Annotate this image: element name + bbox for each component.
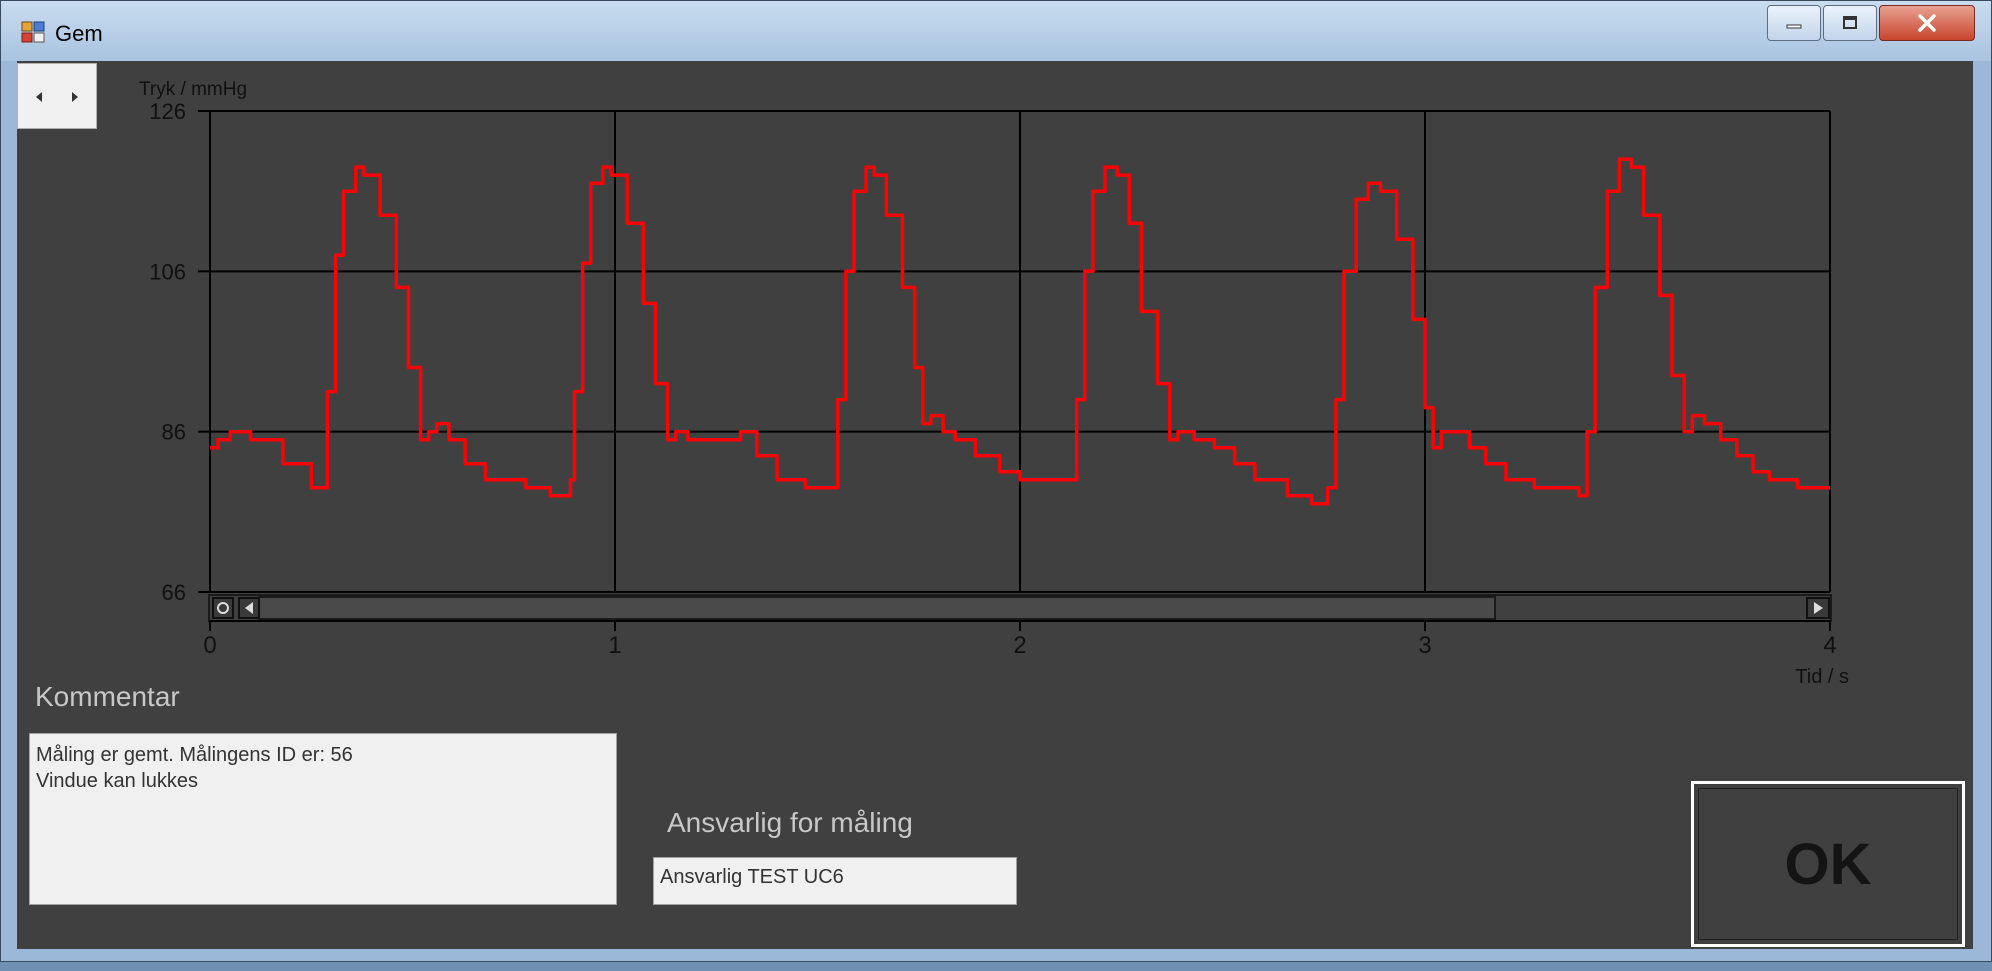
x-tick-label: 0 [203, 632, 216, 659]
y-tick-label: 66 [162, 580, 186, 605]
scrollbar-zoom-reset-button[interactable] [212, 597, 234, 619]
y-axis-label: Tryk / mmHg [139, 79, 247, 100]
ok-button-label: OK [1784, 831, 1872, 897]
ok-button[interactable]: OK [1691, 781, 1965, 947]
y-tick-label: 86 [162, 420, 186, 445]
chart-grid [210, 110, 1831, 593]
x-axis-label: Tid / s [1795, 666, 1849, 688]
x-tick-label: 1 [608, 632, 621, 659]
nav-next-button[interactable] [60, 82, 90, 112]
x-tick-label: 4 [1823, 632, 1836, 659]
comment-label: Kommentar [35, 681, 180, 712]
triangle-left-icon [36, 92, 42, 102]
comment-line: Måling er gemt. Målingens ID er: 56 [36, 744, 353, 766]
responsible-label: Ansvarlig for måling [667, 807, 913, 838]
scrollbar-thumb[interactable] [258, 596, 1496, 620]
triangle-right-icon [72, 92, 78, 102]
responsible-input[interactable]: Ansvarlig TEST UC6 [653, 857, 1017, 905]
chart-nav-box [17, 63, 97, 129]
nav-prev-button[interactable] [24, 82, 54, 112]
window: Gem 66 86 106 126 0 1 2 3 4 Tryk / mmHg Tid / s [0, 0, 1992, 962]
comment-textarea[interactable]: Måling er gemt. Målingens ID er: 56 Vind… [29, 733, 617, 905]
chart-axes: 66 86 106 126 0 1 2 3 4 [149, 99, 1836, 659]
comment-line: Vindue kan lukkes [36, 770, 198, 792]
x-tick-label: 3 [1418, 632, 1431, 659]
y-tick-label: 106 [149, 259, 186, 284]
x-tick-label: 2 [1013, 632, 1026, 659]
y-tick-label: 126 [149, 99, 186, 124]
chart-scrollbar[interactable] [208, 594, 1832, 622]
